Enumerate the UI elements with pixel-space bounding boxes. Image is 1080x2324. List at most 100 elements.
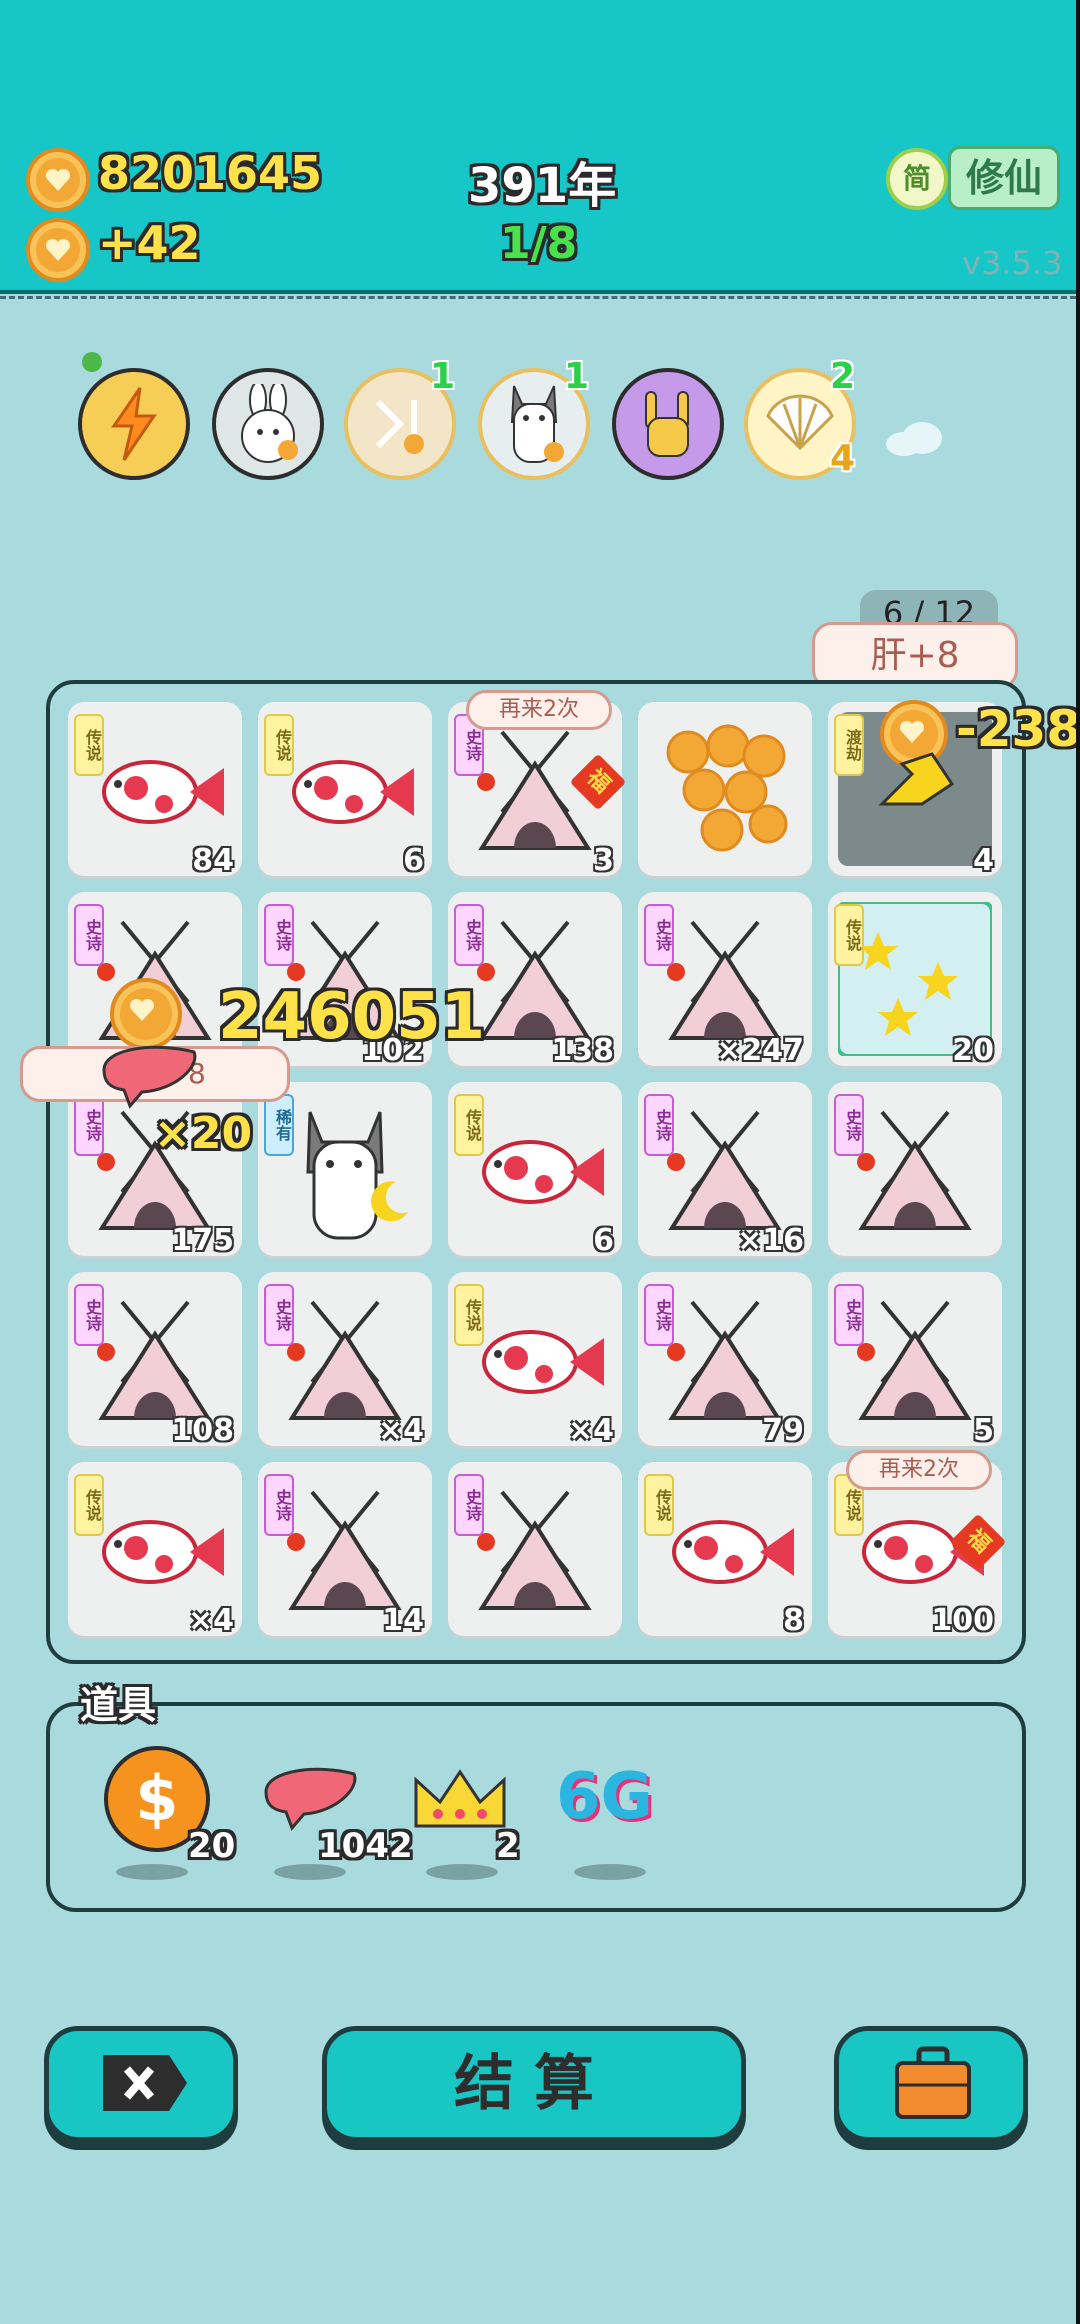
rarity-tag: 史诗 [644, 904, 674, 966]
bag-button[interactable] [834, 2026, 1028, 2142]
slot-cell-fish[interactable]: 传说 6 [448, 1082, 622, 1258]
settle-label: 结算 [454, 2049, 614, 2119]
settle-button[interactable]: 结算 [322, 2026, 746, 2142]
tool-shadow [116, 1864, 188, 1880]
liver-float-icon [102, 1045, 197, 1109]
multiplier-float: ×20 [154, 1108, 253, 1159]
coin-rate-icon [26, 218, 90, 282]
rarity-tag: 史诗 [74, 1284, 104, 1346]
cell-count: 100 [931, 1603, 994, 1638]
cell-count: 84 [192, 843, 234, 878]
lightning-skill-button[interactable] [78, 352, 190, 480]
rarity-tag: 传说 [834, 904, 864, 966]
coin-total: 8201645 [98, 146, 323, 200]
6g-label: 6G [556, 1760, 654, 1834]
language-toggle[interactable]: 简 [886, 148, 948, 210]
cell-count: 6 [403, 843, 424, 878]
cell-count: 79 [762, 1413, 804, 1448]
rarity-tag: 史诗 [644, 1094, 674, 1156]
slot-cell-tent[interactable]: 史诗 [828, 1082, 1002, 1256]
slot-cell-fish[interactable]: 传说 ×4 [448, 1272, 622, 1448]
slot-cell-fish[interactable]: 传说 84 [68, 702, 242, 878]
slot-cell-fish[interactable]: 传说 8 [638, 1462, 812, 1638]
rarity-tag: 史诗 [454, 1474, 484, 1536]
pointing-hand-icon [878, 752, 955, 806]
rock-hand-skill-button[interactable] [612, 368, 724, 480]
rock-hand-icon [645, 391, 689, 457]
shell-skill-count-secondary: 4 [830, 438, 856, 479]
slot-cell-tent[interactable]: 史诗 108 [68, 1272, 242, 1448]
skip-skill-count: 1 [430, 356, 456, 397]
cell-count: ×4 [377, 1413, 424, 1448]
rarity-tag: 传说 [644, 1474, 674, 1536]
screen-edge [1076, 0, 1080, 2324]
skip-icon [375, 399, 424, 454]
language-label: 简 [902, 162, 931, 195]
shell-skill-count: 2 [830, 356, 856, 397]
rarity-tag: 史诗 [644, 1284, 674, 1346]
rarity-tag: 传说 [264, 714, 294, 776]
6g-tool[interactable]: 6G [556, 1760, 666, 1836]
rarity-tag: 史诗 [74, 904, 104, 966]
year-label: 391年 [468, 158, 617, 214]
coins-icon [666, 724, 788, 852]
slot-cell-tent[interactable]: 史诗 14 [258, 1462, 432, 1638]
coin-icon [26, 148, 90, 212]
slot-cell-fish[interactable]: 传说 6 [258, 702, 432, 878]
slot-cell-tent[interactable]: 史诗 ×247 [638, 892, 812, 1068]
slot-cell-tent[interactable]: 史诗 ×4 [258, 1272, 432, 1448]
tool-shadow [574, 1864, 646, 1880]
rarity-tag: 史诗 [834, 1284, 864, 1346]
liver-count: 1042 [318, 1826, 413, 1866]
quit-button[interactable] [44, 2026, 238, 2142]
coin-rate: +42 [98, 216, 201, 270]
crown-icon [414, 1769, 506, 1828]
tools-title: 道具 [80, 1683, 157, 1727]
rarity-tag: 史诗 [834, 1094, 864, 1156]
cell-count: 5 [973, 1413, 994, 1448]
cell-count: ×4 [187, 1603, 234, 1638]
slot-cell-fish[interactable]: 传说 ×4 [68, 1462, 242, 1638]
slot-cell-husky[interactable]: 稀有 [258, 1082, 432, 1256]
retry-bubble: 再来2次 [466, 690, 612, 730]
rarity-tag: 渡劫 [834, 714, 864, 776]
rarity-tag: 传说 [74, 1474, 104, 1536]
rarity-tag: 史诗 [454, 904, 484, 966]
coin-gain-float: 246051 [218, 980, 486, 1054]
rarity-tag: 稀有 [264, 1094, 294, 1156]
slot-board: 传说 84 传说 6 史诗福 3 再来2次 渡劫 4 史诗 史诗 102 史诗 138 史诗 ×247 传说 20… [46, 680, 1026, 1664]
cell-count: 4 [973, 843, 994, 878]
tool-shadow [426, 1864, 498, 1880]
slot-cell-tent[interactable]: 史诗福 3 再来2次 [448, 690, 627, 878]
mode-label: 修仙 [965, 156, 1042, 200]
slot-cell-tent[interactable]: 史诗 [448, 1462, 622, 1636]
pin-icon [82, 352, 102, 372]
slot-cell-coins[interactable] [638, 702, 812, 876]
cell-count: 138 [551, 1033, 614, 1068]
cell-count: ×4 [567, 1413, 614, 1448]
slot-cell-fish[interactable]: 传说福 100 再来2次 [828, 1450, 1007, 1638]
cell-count: ×247 [716, 1033, 804, 1068]
version-label: v3.5.3 [962, 244, 1063, 282]
cloud-icon [886, 422, 942, 456]
husky-skill-count: 1 [564, 356, 590, 397]
cell-count: 108 [171, 1413, 234, 1448]
crown-count: 2 [496, 1826, 520, 1866]
liver-tool[interactable] [260, 1762, 366, 1836]
shell-icon [766, 394, 834, 451]
mode-button[interactable]: 修仙 [948, 146, 1060, 210]
slot-cell-tent[interactable]: 史诗 5 [828, 1272, 1002, 1448]
stage-progress: 1/8 [500, 218, 578, 269]
rarity-tag: 史诗 [264, 1474, 294, 1536]
header-divider [0, 296, 1076, 299]
slot-cell-tent[interactable]: 史诗 ×16 [638, 1082, 812, 1258]
rarity-tag: 传说 [454, 1284, 484, 1346]
lightning-icon [111, 387, 157, 461]
cell-count: 175 [171, 1223, 234, 1258]
rarity-tag: 史诗 [264, 904, 294, 966]
cell-count: 3 [593, 843, 614, 878]
cell-count: 6 [593, 1223, 614, 1258]
rabbit-skill-button[interactable] [212, 368, 324, 480]
slot-cell-stars[interactable]: 传说 20 [828, 892, 1002, 1068]
slot-cell-tent[interactable]: 史诗 79 [638, 1272, 812, 1448]
